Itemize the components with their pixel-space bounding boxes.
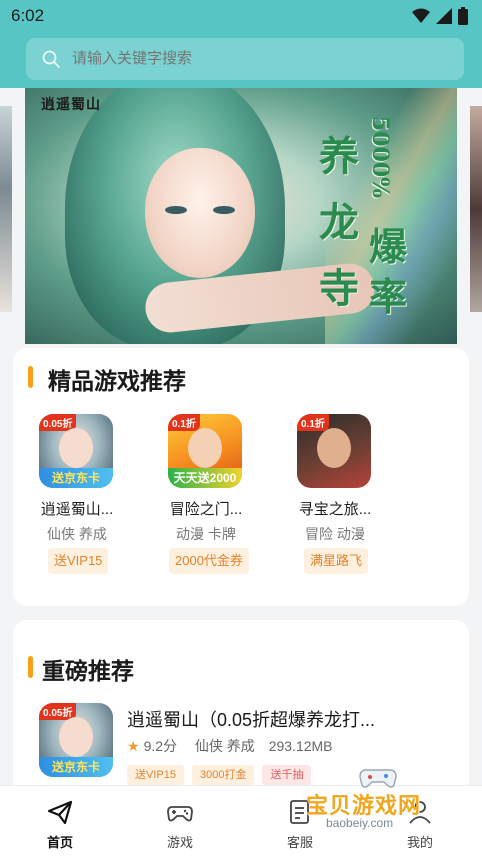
highlight-game-labels: 送VIP15 3000打金 送千抽 <box>127 765 312 785</box>
banner-headline-char: 龙 <box>319 199 359 246</box>
gamepad-logo-icon <box>359 769 397 788</box>
game-badge: 送VIP15 <box>48 548 109 574</box>
watermark-url: baobeiy.com <box>326 816 394 830</box>
banner-headline-rate: 5000% <box>367 116 393 199</box>
nav-home[interactable]: 首页 <box>12 786 108 857</box>
game-art-caption: 天天送2000 <box>168 468 242 488</box>
highlight-title: 重磅推荐 <box>42 658 134 684</box>
search-icon <box>42 50 60 68</box>
gamepad-icon <box>167 806 193 822</box>
banner-headline-char: 爆 <box>369 224 408 269</box>
banner-next-peek[interactable] <box>470 106 482 312</box>
banner-art-eye <box>213 206 235 214</box>
search-bar[interactable] <box>26 38 464 80</box>
featured-section: 精品游戏推荐 0.05折 送京东卡 逍遥蜀山... 仙侠 养成 送VIP15 0… <box>13 348 469 606</box>
highlight-game-meta: ★ 9.2分 仙侠 养成 293.12MB <box>127 736 333 756</box>
title-accent-bar <box>28 366 33 388</box>
watermark: 宝贝游戏网 baobeiy.com <box>300 764 460 834</box>
banner-art-eye <box>165 206 187 214</box>
game-name[interactable]: 冒险之门... <box>142 498 270 519</box>
game-art: 0.1折 <box>297 414 371 488</box>
title-accent-bar <box>28 656 33 678</box>
game-art-face <box>188 428 222 468</box>
paper-plane-icon <box>47 800 73 825</box>
nav-home-label: 首页 <box>46 835 73 850</box>
search-input[interactable] <box>72 38 442 80</box>
banner-headline-char: 寺 <box>319 265 359 312</box>
nav-profile-label: 我的 <box>406 835 433 850</box>
status-time: 6:02 <box>11 6 45 25</box>
game-art-face <box>317 428 351 468</box>
banner-prev-peek[interactable] <box>0 106 12 312</box>
app-header: 6:02 <box>0 0 482 88</box>
game-label: 送VIP15 <box>127 765 184 785</box>
game-art: 0.05折 送京东卡 <box>39 703 113 777</box>
banner-headline-char: 率 <box>369 274 408 319</box>
discount-ribbon: 0.1折 <box>297 414 329 431</box>
game-icon[interactable]: 0.1折 <box>297 414 371 488</box>
status-bar: 6:02 <box>0 0 482 34</box>
game-icon[interactable]: 0.05折 送京东卡 <box>39 414 113 488</box>
featured-game-list: 0.05折 送京东卡 逍遥蜀山... 仙侠 养成 送VIP15 0.1折 天天送… <box>13 414 469 584</box>
status-icons <box>412 7 468 25</box>
game-tags: 仙侠 养成 <box>47 526 107 542</box>
signal-icon <box>436 8 452 24</box>
highlight-game-icon[interactable]: 0.05折 送京东卡 <box>39 703 113 777</box>
game-art-face <box>59 717 93 757</box>
banner-slide[interactable]: 逍遥蜀山 养 龙 寺 5000% 爆 率 <box>25 88 457 344</box>
nav-games-label: 游戏 <box>166 835 193 850</box>
game-art-caption: 送京东卡 <box>39 757 113 777</box>
banner-logo: 逍遥蜀山 <box>41 97 101 113</box>
battery-icon <box>458 7 468 25</box>
wifi-icon <box>412 8 430 23</box>
featured-game-card[interactable]: 0.1折 寻宝之旅... 冒险 动漫 满星路飞 <box>271 414 391 584</box>
featured-title: 精品游戏推荐 <box>48 368 186 394</box>
game-art: 0.1折 天天送2000 <box>168 414 242 488</box>
game-tags: 动漫 卡牌 <box>176 526 236 542</box>
game-art: 0.05折 送京东卡 <box>39 414 113 488</box>
banner-headline-char: 养 <box>319 133 359 180</box>
featured-game-card[interactable]: 0.05折 送京东卡 逍遥蜀山... 仙侠 养成 送VIP15 <box>13 414 133 584</box>
game-tags: 仙侠 养成 <box>194 738 255 754</box>
game-name[interactable]: 逍遥蜀山... <box>13 498 141 519</box>
game-rating: 9.2分 <box>143 738 178 754</box>
game-icon[interactable]: 0.1折 天天送2000 <box>168 414 242 488</box>
nav-games[interactable]: 游戏 <box>132 786 228 857</box>
game-badge: 满星路飞 <box>304 548 369 574</box>
discount-ribbon: 0.1折 <box>168 414 200 431</box>
game-size: 293.12MB <box>268 738 333 754</box>
nav-service-label: 客服 <box>286 835 313 850</box>
banner-carousel[interactable]: 逍遥蜀山 养 龙 寺 5000% 爆 率 <box>0 88 482 344</box>
highlight-game-name[interactable]: 逍遥蜀山（0.05折超爆养龙打... <box>127 706 375 732</box>
game-name[interactable]: 寻宝之旅... <box>271 498 399 519</box>
game-tags: 冒险 动漫 <box>305 526 365 542</box>
banner-art-face <box>145 148 255 278</box>
star-icon: ★ <box>127 738 140 754</box>
game-art-face <box>59 428 93 468</box>
game-art-caption: 送京东卡 <box>39 468 113 488</box>
game-badge: 2000代金券 <box>169 548 249 574</box>
featured-game-card[interactable]: 0.1折 天天送2000 冒险之门... 动漫 卡牌 2000代金券 <box>142 414 262 584</box>
game-label: 3000打金 <box>191 765 255 785</box>
banner-headline: 养 龙 寺 5000% 爆 率 <box>319 116 431 321</box>
